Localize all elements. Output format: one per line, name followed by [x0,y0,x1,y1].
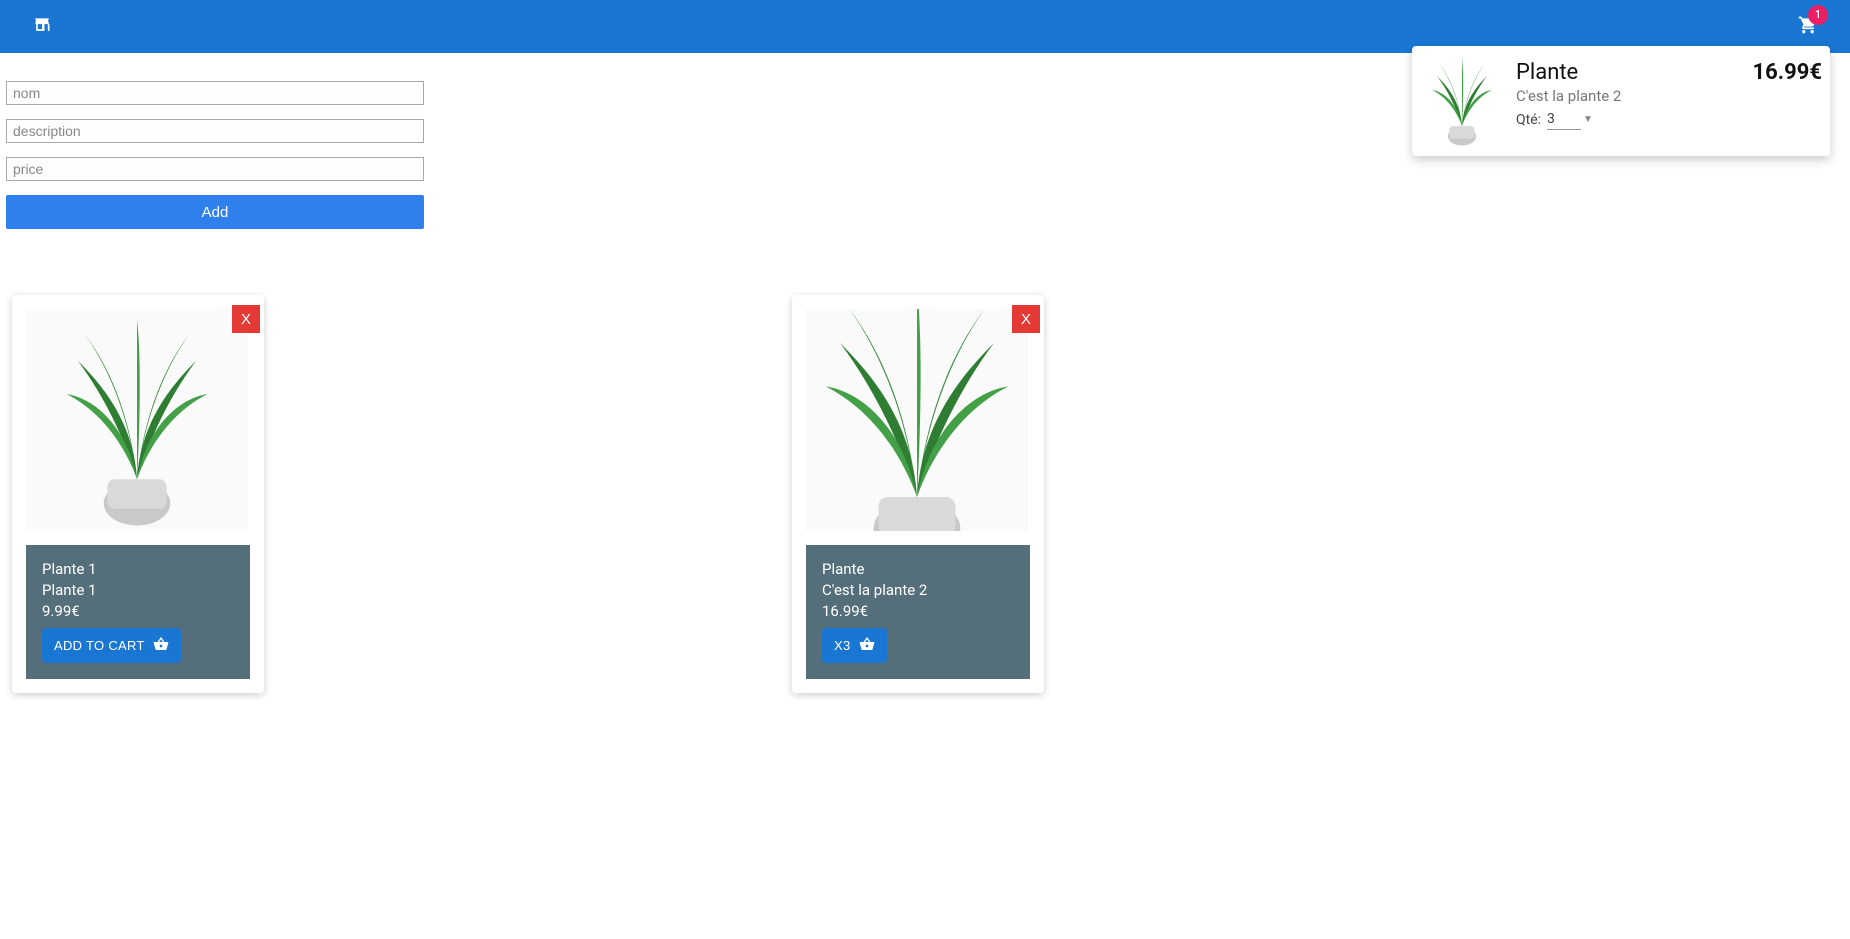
product-name: Plante 1 [42,559,234,580]
basket-icon [859,636,875,655]
cart-item-top-row: Plante 16.99€ [1516,60,1822,85]
add-to-cart-label: X3 [834,638,851,653]
cart-item: Plante 16.99€ C'est la plante 2 Qté: 3 ▼ [1420,54,1822,148]
cart-badge: 1 [1808,5,1828,25]
product-description: C'est la plante 2 [822,580,1014,601]
price-input[interactable] [6,157,424,181]
cart-item-description: C'est la plante 2 [1516,87,1822,105]
products-row: X Plante 1 Plante 1 9.99€ ADD TO CART X … [0,235,1850,705]
name-input[interactable] [6,81,424,105]
cart-item-title: Plante [1516,60,1578,85]
product-card: X Plante C'est la plante 2 16.99€ X3 [792,295,1044,693]
product-price: 9.99€ [42,601,234,622]
product-price: 16.99€ [822,601,1014,622]
add-to-cart-label: ADD TO CART [54,638,145,653]
product-description: Plante 1 [42,580,234,601]
product-name: Plante [822,559,1014,580]
cart-item-qty-row: Qté: 3 ▼ [1516,109,1822,130]
basket-icon [153,636,169,655]
add-to-cart-button[interactable]: ADD TO CART [42,628,181,663]
product-info: Plante 1 Plante 1 9.99€ ADD TO CART [26,545,250,679]
cart-dropdown: Plante 16.99€ C'est la plante 2 Qté: 3 ▼ [1412,46,1830,156]
cart-item-price: 16.99€ [1753,60,1823,85]
cart-item-body: Plante 16.99€ C'est la plante 2 Qté: 3 ▼ [1516,54,1822,130]
add-to-cart-button[interactable]: X3 [822,628,887,663]
product-image [806,309,1028,531]
add-button[interactable]: Add [6,195,424,229]
add-product-form: Add [0,53,430,235]
delete-product-button[interactable]: X [232,305,260,333]
header-right: 1 [1798,15,1818,39]
product-card: X Plante 1 Plante 1 9.99€ ADD TO CART [12,295,264,693]
cart-button[interactable]: 1 [1798,15,1818,39]
product-info: Plante C'est la plante 2 16.99€ X3 [806,545,1030,679]
chevron-down-icon[interactable]: ▼ [1583,114,1593,125]
product-image [26,309,248,531]
description-input[interactable] [6,119,424,143]
store-icon[interactable] [32,15,52,39]
qty-label: Qté: [1516,112,1541,128]
qty-select[interactable]: 3 [1547,109,1581,130]
cart-item-image [1420,54,1504,148]
header-left [32,15,52,39]
